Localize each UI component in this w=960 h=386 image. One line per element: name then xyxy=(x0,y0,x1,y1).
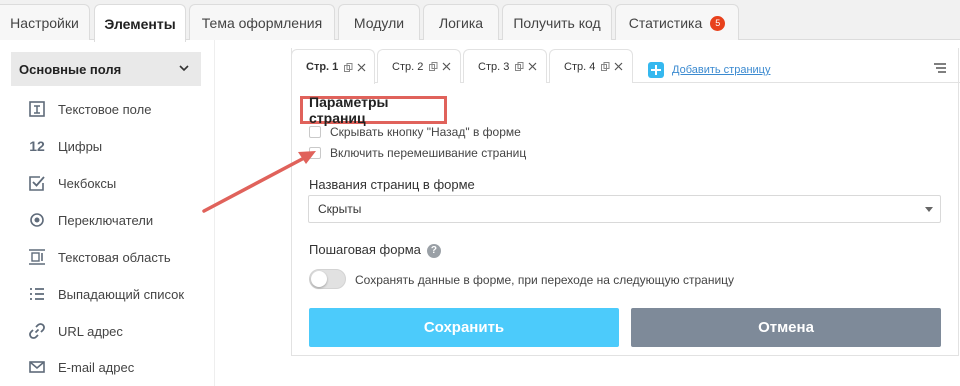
tab-theme[interactable]: Тема оформления xyxy=(189,4,335,41)
page-tab-4[interactable]: Стр. 4 xyxy=(549,49,633,83)
notification-badge: 5 xyxy=(710,15,726,31)
tab-label: Статистика xyxy=(628,15,703,31)
page-tab-label: Стр. 1 xyxy=(306,61,339,73)
tab-label: Получить код xyxy=(513,15,601,31)
help-icon[interactable]: ? xyxy=(426,243,441,258)
menu-icon[interactable] xyxy=(933,62,947,74)
hide-back-button-checkbox[interactable]: Скрывать кнопку "Назад" в форме xyxy=(309,125,521,139)
page-tab-label: Стр. 3 xyxy=(478,60,510,73)
tab-label: Тема оформления xyxy=(201,15,323,31)
sidebar-group-title: Основные поля xyxy=(19,61,122,77)
plus-icon xyxy=(648,62,664,78)
link-icon xyxy=(26,320,48,342)
top-tab-bar: Настройки Элементы Тема оформления Модул… xyxy=(0,0,960,42)
checkbox-label: Скрывать кнопку "Назад" в форме xyxy=(330,125,521,139)
page-tab-3[interactable]: Стр. 3 xyxy=(463,49,547,83)
textarea-icon xyxy=(26,246,48,268)
text-field-icon xyxy=(26,98,48,120)
sidebar-item-label: Выпадающий список xyxy=(58,286,185,302)
page-tab-label: Стр. 4 xyxy=(564,60,596,73)
page-tab-2[interactable]: Стр. 2 xyxy=(377,49,461,83)
copy-icon[interactable] xyxy=(601,62,610,71)
sidebar-group-header[interactable]: Основные поля xyxy=(11,52,201,86)
sidebar-item-text-field[interactable]: Текстовое поле xyxy=(26,98,151,120)
checkbox-box[interactable] xyxy=(309,126,321,138)
sidebar-item-radio[interactable]: Переключатели xyxy=(26,209,153,231)
tab-statistics[interactable]: Статистика 5 xyxy=(615,4,739,41)
chevron-down-icon xyxy=(179,65,189,72)
add-page-label: Добавить страницу xyxy=(672,64,771,76)
sidebar-item-label: URL адрес xyxy=(58,323,123,339)
caret-down-icon xyxy=(925,207,933,212)
save-data-toggle[interactable] xyxy=(309,269,346,289)
numbers-icon: 12 xyxy=(29,138,45,154)
tab-get-code[interactable]: Получить код xyxy=(502,4,612,41)
cancel-button[interactable]: Отмена xyxy=(631,308,941,347)
select-value: Скрыты xyxy=(318,202,362,216)
close-icon[interactable] xyxy=(357,63,366,72)
stepwise-form-text: Пошаговая форма xyxy=(309,242,421,257)
tab-label: Модули xyxy=(353,15,405,31)
tab-modules[interactable]: Модули xyxy=(338,4,420,41)
sidebar-item-label: Текстовая область xyxy=(58,249,171,265)
tab-label: Настройки xyxy=(10,15,79,31)
stepwise-form-label: Пошаговая форма? xyxy=(309,242,441,258)
page-tab-1[interactable]: Стр. 1 xyxy=(291,49,375,84)
sidebar-item-label: Цифры xyxy=(58,138,103,154)
sidebar-item-email[interactable]: E-mail адрес xyxy=(26,356,134,378)
sidebar-item-label: E-mail адрес xyxy=(58,359,135,375)
sidebar-item-textarea[interactable]: Текстовая область xyxy=(26,246,171,268)
sidebar: Основные поля Текстовое поле 12 Цифры Че… xyxy=(0,40,215,386)
tab-logic[interactable]: Логика xyxy=(423,4,499,41)
page-tab-bar: Стр. 1 Стр. 2 Стр. 3 Стр. 4 xyxy=(291,49,960,84)
page-names-select[interactable]: Скрыты xyxy=(308,195,941,223)
sidebar-item-label: Переключатели xyxy=(58,212,154,228)
section-title-text: Параметры страниц xyxy=(309,94,389,126)
checkbox-box[interactable] xyxy=(309,147,321,159)
sidebar-item-label: Чекбоксы xyxy=(58,175,117,191)
toggle-label: Сохранять данные в форме, при переходе н… xyxy=(355,273,735,287)
save-button[interactable]: Сохранить xyxy=(309,308,619,347)
copy-icon[interactable] xyxy=(429,62,438,71)
tab-label: Элементы xyxy=(104,15,176,32)
add-page-link[interactable]: Добавить страницу xyxy=(648,62,770,78)
tab-elements[interactable]: Элементы xyxy=(94,4,186,42)
close-icon[interactable] xyxy=(442,62,451,71)
page-tab-label: Стр. 2 xyxy=(392,60,424,73)
sidebar-item-url[interactable]: URL адрес xyxy=(26,320,123,342)
mail-icon xyxy=(26,356,48,378)
checkbox-icon xyxy=(26,172,48,194)
copy-icon[interactable] xyxy=(344,62,353,72)
shuffle-pages-checkbox[interactable]: Включить перемешивание страниц xyxy=(309,146,526,160)
tab-label: Логика xyxy=(438,15,484,31)
toggle-knob xyxy=(311,271,327,287)
section-title: Параметры страниц xyxy=(300,94,447,126)
sidebar-item-numbers[interactable]: 12 Цифры xyxy=(26,135,102,157)
radio-icon xyxy=(26,209,48,231)
copy-icon[interactable] xyxy=(515,62,524,71)
sidebar-item-checkboxes[interactable]: Чекбоксы xyxy=(26,172,116,194)
tab-settings[interactable]: Настройки xyxy=(0,4,90,41)
close-icon[interactable] xyxy=(614,62,623,71)
sidebar-item-dropdown[interactable]: Выпадающий список xyxy=(26,283,184,305)
close-icon[interactable] xyxy=(528,62,537,71)
sidebar-item-label: Текстовое поле xyxy=(58,101,152,117)
checkbox-label: Включить перемешивание страниц xyxy=(330,146,527,160)
list-icon xyxy=(26,283,48,305)
page-names-label: Названия страниц в форме xyxy=(309,177,475,192)
